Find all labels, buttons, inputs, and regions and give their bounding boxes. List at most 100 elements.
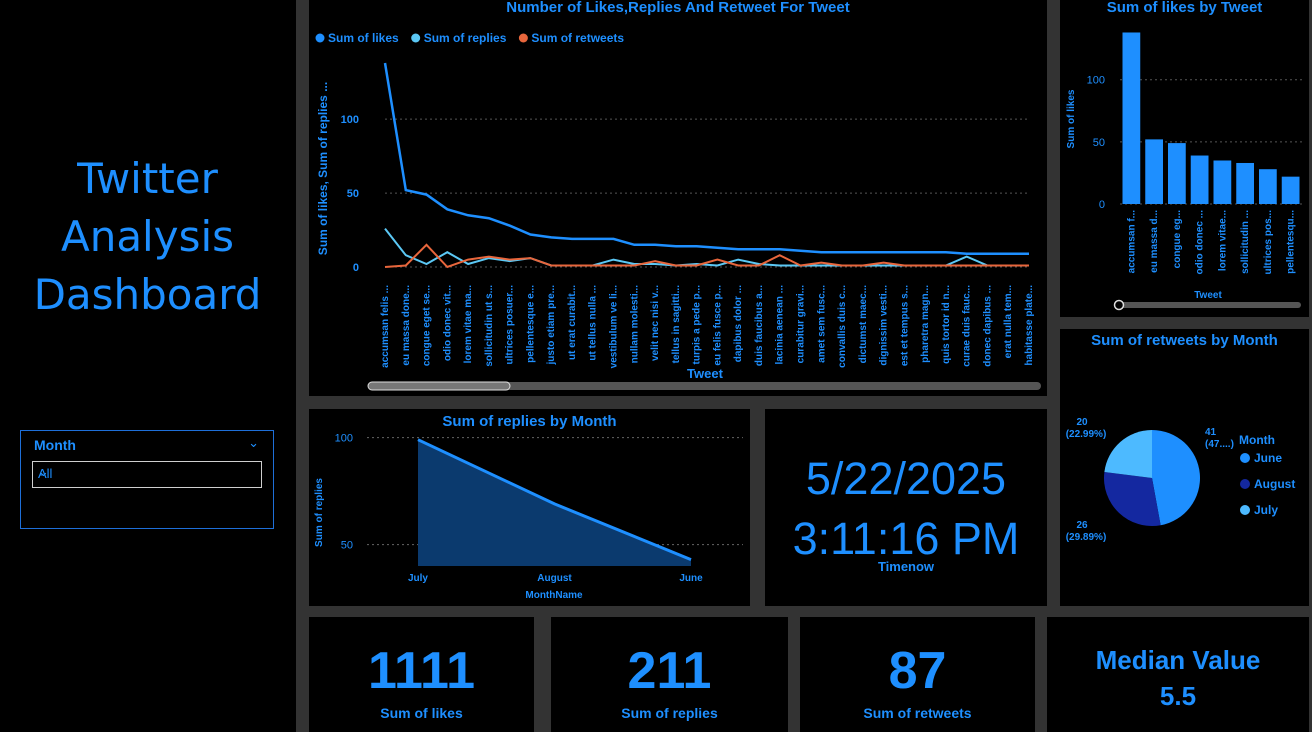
x-tick-label: duis faucibus a... bbox=[754, 285, 765, 366]
x-tick-label: eu felis fusce p... bbox=[712, 285, 723, 366]
legend-label-july: July bbox=[1254, 503, 1278, 517]
x-tick-label: odio donec vit... bbox=[442, 285, 453, 361]
pie-slice bbox=[1103, 471, 1161, 527]
x-tick-label: sollicitudin ut s... bbox=[484, 285, 495, 367]
horizontal-scrollbar-thumb[interactable] bbox=[367, 381, 511, 391]
pie-percent-label: (22.99%) bbox=[1066, 429, 1107, 440]
legend-marker-july bbox=[1240, 505, 1250, 515]
legend-marker-1 bbox=[315, 33, 325, 43]
month-dropdown[interactable]: All ⌄ bbox=[32, 461, 262, 488]
replies-total-label: Sum of replies bbox=[621, 705, 718, 721]
pie-percent-label: (47....) bbox=[1205, 439, 1234, 450]
title-line-2: Analysis bbox=[60, 212, 235, 261]
x-tick-label: quis tortor id n... bbox=[941, 285, 952, 364]
pie-value-label: 20 bbox=[1076, 417, 1088, 428]
x-tick-label: erat nulla tem... bbox=[1003, 285, 1014, 359]
x-tick-label: eu massa d... bbox=[1149, 210, 1160, 273]
x-axis-title: MonthName bbox=[525, 590, 583, 601]
pie-chart: 41(47....) 26(29.89%) 20(22.99%) Month June A… bbox=[1066, 417, 1296, 543]
title-line-1: Twitter bbox=[77, 154, 218, 203]
pie-percent-label: (29.89%) bbox=[1066, 532, 1107, 543]
x-tick-label: lacinia aenean ... bbox=[775, 285, 786, 365]
y-tick-label: 100 bbox=[1087, 75, 1105, 87]
x-tick-label: pharetra magn... bbox=[920, 285, 931, 363]
page-title: Twitter Analysis Dashboard bbox=[0, 150, 295, 324]
likes-card: 1111 Sum of likes bbox=[309, 617, 534, 732]
chevron-down-icon[interactable]: ⌄ bbox=[248, 435, 259, 451]
replies-total-value: 211 bbox=[627, 642, 712, 700]
y-tick-label: 100 bbox=[341, 114, 359, 126]
x-tick-label: dapibus dolor ... bbox=[733, 285, 744, 362]
dropdown-arrow-icon[interactable]: ⌄ bbox=[38, 464, 257, 480]
bar bbox=[1281, 176, 1300, 204]
x-tick-label: ut erat curabit... bbox=[567, 285, 578, 360]
legend-label-august: August bbox=[1254, 477, 1295, 491]
current-time: 3:11:16 PM bbox=[792, 513, 1020, 564]
y-tick-label: 0 bbox=[1099, 199, 1105, 211]
x-tick-label: turpis a pede p... bbox=[692, 285, 703, 365]
x-tick-label: ultrices pos... bbox=[1263, 210, 1274, 275]
x-tick-label: dictumst maec... bbox=[858, 285, 869, 364]
x-tick-label: lorem vitae... bbox=[1217, 210, 1228, 271]
legend-marker-3 bbox=[518, 33, 528, 43]
legend-label-3: Sum of retweets bbox=[531, 31, 624, 45]
y-axis-title: Sum of likes, Sum of replies ... bbox=[316, 82, 330, 255]
horizontal-scrollbar-thumb[interactable] bbox=[1113, 299, 1125, 311]
x-tick-label: July bbox=[408, 573, 428, 584]
current-date: 5/22/2025 bbox=[805, 453, 1007, 504]
x-tick-label: congue eget se... bbox=[422, 285, 433, 366]
legend-label-june: June bbox=[1254, 451, 1282, 465]
pie-value-label: 41 bbox=[1205, 427, 1217, 438]
y-tick-label: 50 bbox=[1093, 137, 1105, 149]
retweets-total-label: Sum of retweets bbox=[863, 705, 972, 721]
legend-label-2: Sum of replies bbox=[424, 31, 507, 45]
bar bbox=[1145, 139, 1163, 204]
y-tick-label: 50 bbox=[347, 188, 359, 200]
y-axis-title: Sum of replies bbox=[314, 478, 325, 547]
retweets-total-value: 87 bbox=[888, 642, 947, 700]
x-tick-label: nullam molesti... bbox=[629, 285, 640, 364]
median-card: Median Value 5.5 bbox=[1047, 617, 1309, 732]
y-tick-label: 50 bbox=[341, 540, 353, 552]
retweets-by-month-panel: Sum of retweets by Month 41 (47....) 26 (29… bbox=[1060, 329, 1309, 606]
series-line-1 bbox=[383, 62, 1029, 255]
x-tick-label: vestibulum ve li... bbox=[609, 285, 620, 369]
legend-marker-june bbox=[1240, 453, 1250, 463]
x-axis-title: Tweet bbox=[1194, 290, 1222, 301]
month-slicer-label: Month bbox=[34, 437, 76, 453]
x-tick-label: amet sem fusc... bbox=[816, 285, 827, 363]
x-tick-label: justo etiam pre... bbox=[546, 285, 557, 366]
x-tick-label: June bbox=[679, 573, 703, 584]
x-tick-label: odio donec ... bbox=[1195, 210, 1206, 275]
likes-total-label: Sum of likes bbox=[380, 705, 463, 721]
bar bbox=[1236, 162, 1254, 204]
timenow-label: Timenow bbox=[877, 559, 935, 574]
x-tick-label: sollicitudin ... bbox=[1240, 210, 1251, 274]
legend-marker-2 bbox=[411, 33, 421, 43]
x-tick-label: tellus in sagitti... bbox=[671, 285, 682, 364]
x-tick-label: curae duis fauc... bbox=[962, 285, 973, 367]
x-tick-label: ultrices posuer... bbox=[505, 285, 516, 365]
median-label: Median Value bbox=[1095, 645, 1261, 675]
x-tick-label: eu massa done... bbox=[401, 285, 412, 366]
bar bbox=[1122, 32, 1141, 204]
x-tick-label: lorem vitae ma... bbox=[463, 285, 474, 364]
retweets-card: 87 Sum of retweets bbox=[800, 617, 1035, 732]
pie-slice bbox=[1104, 430, 1152, 478]
area-chart: 50 100 Sum of replies July August June MonthNa… bbox=[314, 433, 743, 601]
x-tick-label: accumsan f... bbox=[1126, 210, 1137, 274]
month-slicer[interactable]: Month ⌄ All ⌄ bbox=[20, 430, 274, 529]
x-tick-label: convallis duis c... bbox=[837, 285, 848, 368]
pie-value-label: 26 bbox=[1076, 520, 1088, 531]
x-tick-label: accumsan felis ... bbox=[380, 285, 391, 368]
bar-chart: 0 50 100 Sum of likes accumsan f... eu massa … bbox=[1066, 32, 1302, 311]
x-axis-title: Tweet bbox=[687, 366, 724, 381]
likes-total-value: 1111 bbox=[367, 642, 476, 700]
y-axis-title: Sum of likes bbox=[1066, 89, 1077, 148]
x-tick-label: ut tellus nulla ... bbox=[588, 285, 599, 361]
x-tick-label: congue eg... bbox=[1172, 210, 1183, 269]
datetime-panel: 5/22/2025 3:11:16 PM Timenow bbox=[765, 409, 1047, 606]
legend-marker-august bbox=[1240, 479, 1250, 489]
y-tick-label: 0 bbox=[353, 262, 359, 274]
x-tick-label: dignissim vesti... bbox=[879, 285, 890, 366]
